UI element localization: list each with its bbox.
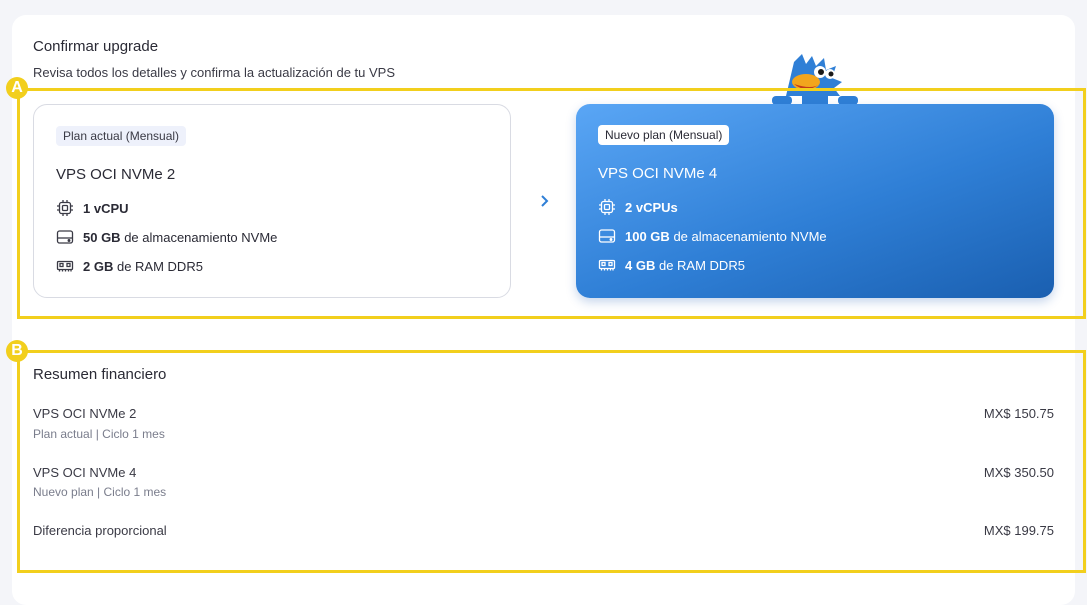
page-subtitle: Revisa todos los detalles y confirma la … xyxy=(33,65,396,80)
highlight-box-a xyxy=(17,88,1086,319)
annotation-badge-a: A xyxy=(6,77,28,99)
highlight-box-b xyxy=(17,350,1086,573)
annotation-badge-b: B xyxy=(6,340,28,362)
page-title: Confirmar upgrade xyxy=(33,38,159,55)
